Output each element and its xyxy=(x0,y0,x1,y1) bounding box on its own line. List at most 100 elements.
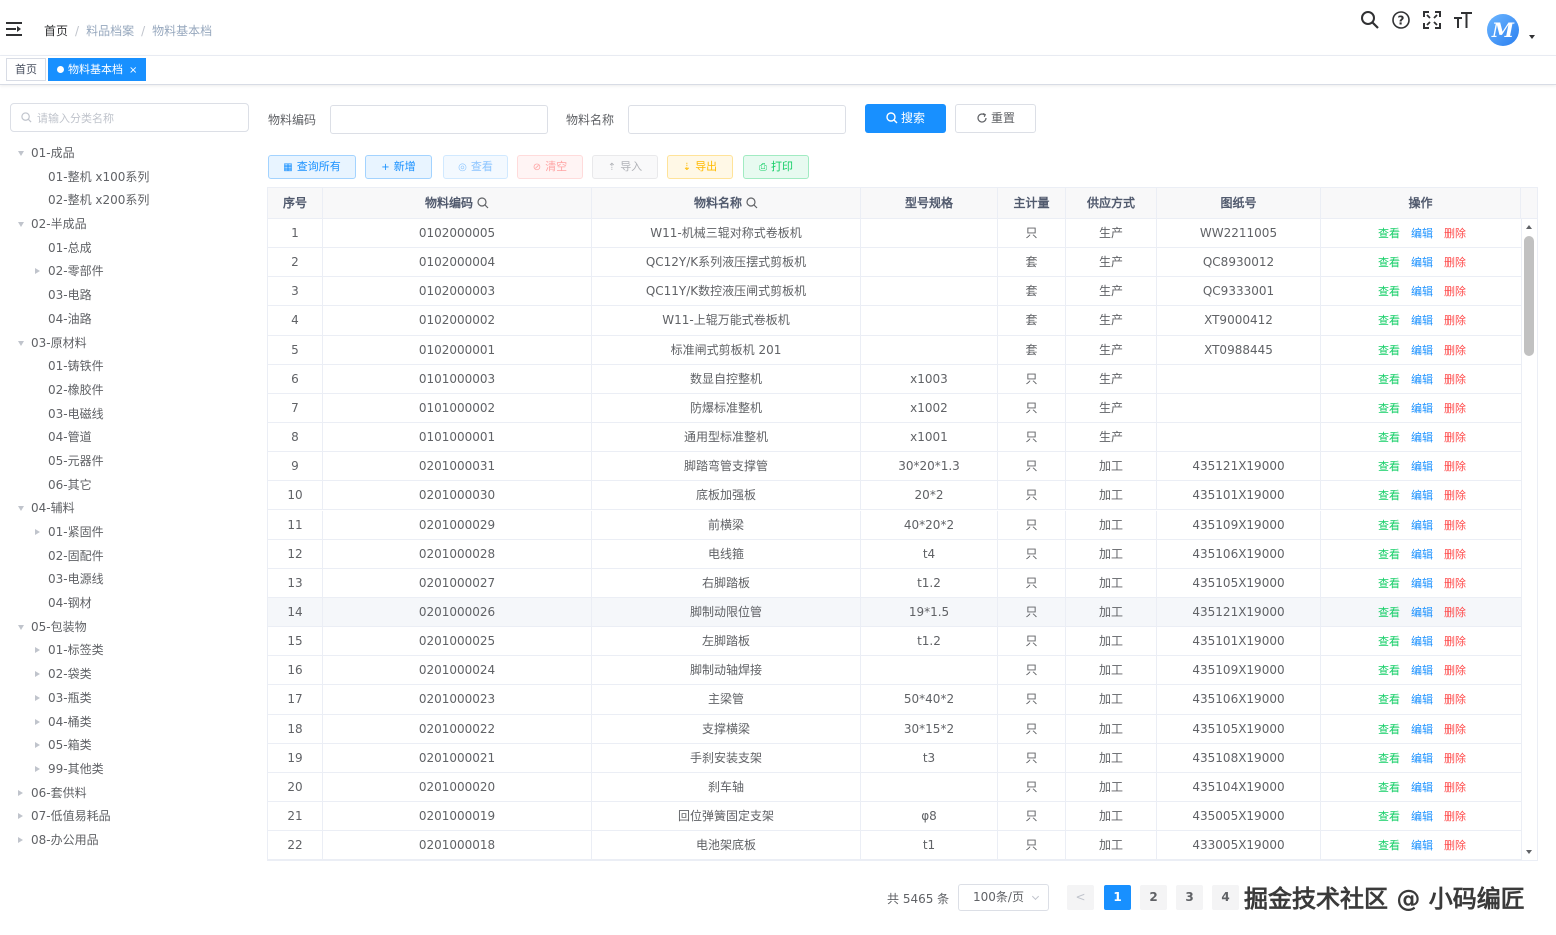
table-row[interactable]: 7 0101000002 防爆标准整机 x1002 只生产 查看 编辑 删除 xyxy=(268,393,1521,424)
table-row[interactable]: 12 0201000028 电线箍 t4 只加工 435106X19000 查看 编辑 删除 xyxy=(268,539,1521,569)
view-link[interactable]: 查看 xyxy=(1378,248,1400,277)
edit-link[interactable]: 编辑 xyxy=(1411,715,1433,744)
caret-down-icon[interactable] xyxy=(18,624,24,630)
tree-node[interactable]: 02-袋类 xyxy=(0,663,258,687)
tree-node[interactable]: 02-固配件 xyxy=(0,545,258,569)
edit-link[interactable]: 编辑 xyxy=(1411,685,1433,714)
caret-right-icon[interactable] xyxy=(18,836,23,843)
close-icon[interactable]: × xyxy=(129,65,137,76)
edit-link[interactable]: 编辑 xyxy=(1411,394,1433,423)
view-link[interactable]: 查看 xyxy=(1378,511,1400,540)
table-row[interactable]: 16 0201000024 脚制动轴焊接只加工 435109X19000 查看 编辑 删除 xyxy=(268,656,1521,686)
tree-node[interactable]: 05-元器件 xyxy=(0,450,258,474)
view-link[interactable]: 查看 xyxy=(1378,277,1400,306)
delete-link[interactable]: 删除 xyxy=(1444,248,1466,277)
view-link[interactable]: 查看 xyxy=(1378,540,1400,569)
delete-link[interactable]: 删除 xyxy=(1444,831,1466,860)
edit-link[interactable]: 编辑 xyxy=(1411,219,1433,248)
page-button-1[interactable]: 1 xyxy=(1104,885,1131,910)
scrollbar-thumb[interactable] xyxy=(1524,236,1534,356)
edit-link[interactable]: 编辑 xyxy=(1411,773,1433,802)
table-row[interactable]: 9 0201000031 脚踏弯管支撑管 30*20*1.3 只加工 435121X190… xyxy=(268,452,1521,482)
edit-link[interactable]: 编辑 xyxy=(1411,452,1433,481)
table-row[interactable]: 17 0201000023 主梁管 50*40*2 只加工 435106X19000 查看编… xyxy=(268,685,1521,715)
table-row[interactable]: 6 0101000003 数显自控整机 x1003 只生产 查看 编辑 删除 xyxy=(268,364,1521,394)
table-row[interactable]: 20 0201000020 刹车轴只加工 435104X19000 查看 编辑 删除 xyxy=(268,772,1521,802)
fullscreen-icon[interactable] xyxy=(1422,10,1442,30)
tree-node[interactable]: 03-电源线 xyxy=(0,568,258,592)
search-icon[interactable] xyxy=(746,197,758,209)
edit-link[interactable]: 编辑 xyxy=(1411,511,1433,540)
caret-right-icon[interactable] xyxy=(35,765,40,772)
delete-link[interactable]: 删除 xyxy=(1444,802,1466,831)
edit-link[interactable]: 编辑 xyxy=(1411,744,1433,773)
tree-node[interactable]: 02-半成品 xyxy=(0,213,258,237)
view-link[interactable]: 查看 xyxy=(1378,715,1400,744)
tree-node[interactable]: 03-电路 xyxy=(0,284,258,308)
delete-link[interactable]: 删除 xyxy=(1444,656,1466,685)
tree-node[interactable]: 01-整机 x100系列 xyxy=(0,166,258,190)
tree-node[interactable]: 04-管道 xyxy=(0,426,258,450)
table-row[interactable]: 4 0102000002 W11-上辊万能式卷板机套生产 XT9000412 查看 编辑删… xyxy=(268,306,1521,336)
delete-link[interactable]: 删除 xyxy=(1444,627,1466,656)
tree-node[interactable]: 03-瓶类 xyxy=(0,687,258,711)
caret-down-icon[interactable] xyxy=(1529,35,1535,39)
delete-link[interactable]: 删除 xyxy=(1444,598,1466,627)
tree-node[interactable]: 07-低值易耗品 xyxy=(0,805,258,829)
view-link[interactable]: 查看 xyxy=(1378,656,1400,685)
tree-node[interactable]: 04-油路 xyxy=(0,308,258,332)
table-row[interactable]: 2 0102000004 QC12Y/K系列液压摆式剪板机套生产 QC8930012 查… xyxy=(268,248,1521,278)
edit-link[interactable]: 编辑 xyxy=(1411,569,1433,598)
view-link[interactable]: 查看 xyxy=(1378,394,1400,423)
export-button[interactable]: ⇣ 导出 xyxy=(667,155,733,179)
prev-page-button[interactable]: < xyxy=(1067,885,1094,910)
search-icon[interactable] xyxy=(1360,10,1380,30)
tree-node[interactable]: 02-零部件 xyxy=(0,260,258,284)
view-link[interactable]: 查看 xyxy=(1378,744,1400,773)
query-all-button[interactable]: ▦ 查询所有 xyxy=(268,155,356,179)
import-button[interactable]: ⇡ 导入 xyxy=(592,155,658,179)
delete-link[interactable]: 删除 xyxy=(1444,481,1466,510)
edit-link[interactable]: 编辑 xyxy=(1411,831,1433,860)
caret-right-icon[interactable] xyxy=(35,671,40,678)
delete-link[interactable]: 删除 xyxy=(1444,773,1466,802)
caret-down-icon[interactable] xyxy=(18,222,24,228)
caret-right-icon[interactable] xyxy=(18,789,23,796)
tree-node[interactable]: 01-成品 xyxy=(0,142,258,166)
page-size-select[interactable]: 100条/页 xyxy=(958,884,1049,911)
tree-node[interactable]: 04-桶类 xyxy=(0,711,258,735)
view-link[interactable]: 查看 xyxy=(1378,452,1400,481)
tree-node[interactable]: 04-钢材 xyxy=(0,592,258,616)
tree-node[interactable]: 01-总成 xyxy=(0,237,258,261)
tree-node[interactable]: 05-箱类 xyxy=(0,734,258,758)
edit-link[interactable]: 编辑 xyxy=(1411,306,1433,335)
edit-link[interactable]: 编辑 xyxy=(1411,365,1433,394)
edit-link[interactable]: 编辑 xyxy=(1411,540,1433,569)
edit-link[interactable]: 编辑 xyxy=(1411,248,1433,277)
scroll-down-icon[interactable] xyxy=(1526,850,1532,854)
caret-right-icon[interactable] xyxy=(18,813,23,820)
caret-right-icon[interactable] xyxy=(35,529,40,535)
view-link[interactable]: 查看 xyxy=(1378,336,1400,365)
delete-link[interactable]: 删除 xyxy=(1444,306,1466,335)
search-icon[interactable] xyxy=(477,197,489,209)
view-link[interactable]: 查看 xyxy=(1378,219,1400,248)
delete-link[interactable]: 删除 xyxy=(1444,569,1466,598)
page-button-3[interactable]: 3 xyxy=(1176,885,1203,910)
table-row[interactable]: 21 0201000019 回位弹簧固定支架 φ8 只加工 435005X19000 查看编… xyxy=(268,802,1521,832)
delete-link[interactable]: 删除 xyxy=(1444,511,1466,540)
edit-link[interactable]: 编辑 xyxy=(1411,627,1433,656)
tag-home[interactable]: 首页 xyxy=(6,58,46,81)
delete-link[interactable]: 删除 xyxy=(1444,540,1466,569)
tree-node[interactable]: 04-辅料 xyxy=(0,497,258,521)
table-row[interactable]: 5 0102000001 标准闸式剪板机 201 套生产 XT0988445 查看 编辑 删除 xyxy=(268,335,1521,365)
caret-down-icon[interactable] xyxy=(18,340,24,346)
page-button-2[interactable]: 2 xyxy=(1140,885,1167,910)
delete-link[interactable]: 删除 xyxy=(1444,219,1466,248)
tree-node[interactable]: 02-橡胶件 xyxy=(0,379,258,403)
delete-link[interactable]: 删除 xyxy=(1444,394,1466,423)
caret-right-icon[interactable] xyxy=(35,647,40,654)
edit-link[interactable]: 编辑 xyxy=(1411,423,1433,452)
view-link[interactable]: 查看 xyxy=(1378,802,1400,831)
font-size-icon[interactable] xyxy=(1453,10,1473,30)
